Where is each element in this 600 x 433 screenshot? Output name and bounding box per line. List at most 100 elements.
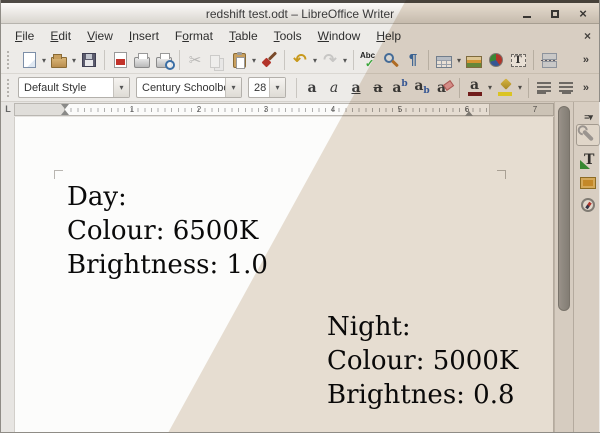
toolbar-separator — [353, 50, 354, 70]
navigator-compass-icon — [581, 198, 595, 212]
menu-file[interactable]: File — [7, 26, 42, 46]
chevron-down-icon[interactable]: ▾ — [225, 78, 241, 97]
styles-icon — [580, 153, 596, 169]
strikethrough-icon — [373, 81, 382, 95]
pdf-icon — [114, 52, 127, 68]
insert-table-button[interactable] — [433, 48, 455, 72]
close-button[interactable]: × — [577, 8, 589, 20]
right-indent-marker[interactable] — [465, 111, 473, 116]
sidebar-tab-properties[interactable] — [576, 124, 600, 146]
paste-button[interactable] — [228, 48, 250, 72]
toolbar-overflow-button[interactable]: » — [579, 80, 593, 96]
ruler-right-margin-zone — [489, 104, 553, 115]
new-document-icon — [23, 52, 36, 68]
clone-formatting-button[interactable] — [258, 48, 280, 72]
insert-chart-button[interactable] — [485, 48, 507, 72]
font-size-combobox[interactable]: 28 ▾ — [248, 77, 286, 98]
toolbar-separator — [104, 50, 105, 70]
spelling-button[interactable] — [358, 48, 380, 72]
insert-textbox-button[interactable] — [507, 48, 529, 72]
menu-window[interactable]: Window — [310, 26, 369, 46]
document-text-line: Night: — [327, 310, 518, 344]
underline-button[interactable] — [345, 76, 367, 100]
toolbar-grip[interactable] — [7, 79, 12, 97]
highlight-color-button[interactable] — [494, 76, 516, 100]
new-dropdown-arrow[interactable]: ▾ — [40, 56, 48, 65]
toolbar-grip[interactable] — [7, 51, 12, 69]
menu-view[interactable]: View — [79, 26, 121, 46]
open-dropdown-arrow[interactable]: ▾ — [70, 56, 78, 65]
clipboard-icon — [233, 53, 246, 68]
clear-formatting-icon — [435, 80, 453, 96]
ruler-number: 4 — [331, 105, 335, 114]
ruler-left-margin-zone — [15, 104, 65, 115]
menu-format[interactable]: Format — [167, 26, 221, 46]
strikethrough-button[interactable] — [367, 76, 389, 100]
page-break-button[interactable] — [538, 48, 560, 72]
font-name-combobox[interactable]: Century Schoolbook L ▾ — [136, 77, 242, 98]
align-left-button[interactable] — [533, 76, 555, 100]
ruler-number: 3 — [264, 105, 268, 114]
tab-stop-selector[interactable]: L — [3, 104, 13, 115]
print-button[interactable] — [131, 48, 153, 72]
cut-button[interactable] — [184, 48, 206, 72]
document-page[interactable]: Day:Colour: 6500KBrightness: 1.0 Night:C… — [14, 117, 554, 432]
standard-toolbar: ▾ ▾ ▾ ▾ ▾ ▾ » — [1, 47, 599, 74]
sidebar-tab-navigator[interactable] — [576, 194, 600, 216]
ruler-number: 2 — [197, 105, 201, 114]
formatting-marks-button[interactable] — [402, 48, 424, 72]
close-document-button[interactable]: × — [584, 29, 591, 43]
font-color-button[interactable] — [464, 76, 486, 100]
insert-table-dropdown-arrow[interactable]: ▾ — [455, 56, 463, 65]
redo-dropdown-arrow[interactable]: ▾ — [341, 56, 349, 65]
subscript-button[interactable] — [411, 76, 433, 100]
paragraph-style-combobox[interactable]: Default Style ▾ — [18, 77, 130, 98]
libreoffice-writer-window: redshift test.odt – LibreOffice Writer ×… — [0, 0, 600, 433]
redo-button[interactable] — [319, 48, 341, 72]
clear-formatting-button[interactable] — [433, 76, 455, 100]
menu-help[interactable]: Help — [368, 26, 409, 46]
align-center-icon — [559, 81, 573, 95]
new-button[interactable] — [18, 48, 40, 72]
document-area: Day:Colour: 6500KBrightness: 1.0 Night:C… — [1, 117, 554, 432]
toolbar-overflow-button[interactable]: » — [579, 52, 593, 68]
text-boundary-corner — [497, 170, 506, 179]
bold-button[interactable] — [301, 76, 323, 100]
font-color-dropdown-arrow[interactable]: ▾ — [486, 83, 494, 92]
menu-tools[interactable]: Tools — [266, 26, 310, 46]
pilcrow-icon — [409, 51, 417, 69]
save-button[interactable] — [78, 48, 100, 72]
copy-button[interactable] — [206, 48, 228, 72]
undo-button[interactable] — [289, 48, 311, 72]
menu-edit[interactable]: Edit — [42, 26, 79, 46]
sidebar-tab-gallery[interactable] — [576, 172, 600, 194]
menu-table[interactable]: Table — [221, 26, 266, 46]
print-preview-button[interactable] — [153, 48, 175, 72]
superscript-button[interactable] — [389, 76, 411, 100]
undo-dropdown-arrow[interactable]: ▾ — [311, 56, 319, 65]
sidebar-tab-styles[interactable] — [576, 150, 600, 172]
day-text-block[interactable]: Day:Colour: 6500KBrightness: 1.0 — [67, 180, 268, 282]
align-center-button[interactable] — [555, 76, 577, 100]
titlebar[interactable]: redshift test.odt – LibreOffice Writer × — [1, 0, 599, 24]
minimize-button[interactable] — [521, 8, 533, 20]
maximize-button[interactable] — [549, 8, 561, 20]
chevron-down-icon[interactable]: ▾ — [269, 78, 285, 97]
insert-image-button[interactable] — [463, 48, 485, 72]
find-replace-button[interactable] — [380, 48, 402, 72]
menu-insert[interactable]: Insert — [121, 26, 167, 46]
vertical-scrollbar[interactable] — [554, 102, 573, 432]
highlight-color-dropdown-arrow[interactable]: ▾ — [516, 83, 524, 92]
night-text-block[interactable]: Night:Colour: 5000KBrightnes: 0.8 — [327, 310, 518, 412]
wrench-icon — [582, 129, 594, 141]
italic-button[interactable] — [323, 76, 345, 100]
export-pdf-button[interactable] — [109, 48, 131, 72]
spellcheck-icon — [360, 51, 378, 69]
paste-dropdown-arrow[interactable]: ▾ — [250, 56, 258, 65]
sidebar-menu-icon: ≡▾ — [584, 112, 592, 123]
open-button[interactable] — [48, 48, 70, 72]
chevron-down-icon[interactable]: ▾ — [113, 78, 129, 97]
redo-arrow-icon — [323, 50, 336, 70]
scrollbar-thumb[interactable] — [558, 106, 570, 311]
window-title: redshift test.odt – LibreOffice Writer — [1, 7, 599, 21]
